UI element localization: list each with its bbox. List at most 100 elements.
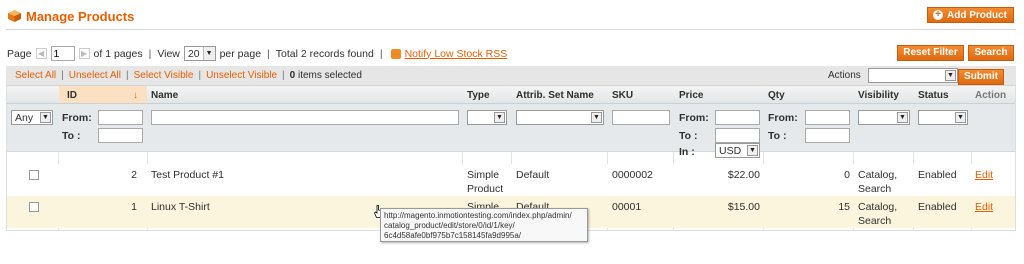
- items-selected-label: items selected: [298, 70, 362, 81]
- table-row[interactable]: 2 Test Product #1 Simple Product Default…: [7, 164, 1015, 196]
- chevron-down-icon: ▼: [945, 70, 956, 81]
- edit-link[interactable]: Edit: [975, 168, 993, 182]
- qty-from-label: From:: [768, 112, 798, 124]
- cell-id: 1: [131, 201, 137, 213]
- unselect-all-link[interactable]: Unselect All: [69, 70, 121, 81]
- qty-from-input[interactable]: [805, 110, 850, 125]
- chevron-down-icon: ▼: [494, 112, 505, 123]
- page-number-input[interactable]: [50, 46, 75, 61]
- col-header-status[interactable]: Status: [918, 90, 949, 101]
- chevron-down-icon: ▼: [591, 112, 602, 123]
- col-header-visibility[interactable]: Visibility: [858, 90, 899, 101]
- search-button[interactable]: Search: [968, 45, 1014, 61]
- actions-label: Actions: [828, 70, 861, 81]
- header-row: ID ↓ Name Type Attrib. Set Name SKU Pric…: [7, 86, 1015, 104]
- actions-select[interactable]: ▼: [868, 68, 958, 83]
- page-header: Manage Products + Add Product: [6, 6, 1016, 28]
- per-page-value: 20: [187, 47, 200, 60]
- col-header-sku[interactable]: SKU: [612, 90, 633, 101]
- cell-attrib-set: Default: [516, 169, 550, 181]
- separator: |: [61, 70, 64, 81]
- separator: |: [379, 47, 383, 60]
- total-records: Total 2 records found: [275, 47, 374, 60]
- id-from-input[interactable]: [98, 110, 143, 125]
- col-header-action: Action: [975, 90, 1007, 101]
- cell-status: Enabled: [918, 201, 957, 213]
- view-label: View: [157, 47, 180, 60]
- next-page-icon[interactable]: ▶: [78, 48, 90, 59]
- name-filter-input[interactable]: [151, 110, 459, 125]
- cell-name: Linux T-Shirt: [151, 201, 210, 213]
- link-tooltip: http://magento.inmotiontesting.com/index…: [380, 208, 588, 242]
- cell-visibility: Catalog,: [858, 169, 898, 181]
- cell-name: Test Product #1: [151, 169, 224, 181]
- col-header-attrib-set[interactable]: Attrib. Set Name: [516, 90, 594, 101]
- chevron-down-icon: ▼: [747, 145, 758, 156]
- type-filter-select[interactable]: ▼: [467, 110, 507, 125]
- prev-page-icon[interactable]: ◀: [35, 48, 47, 59]
- separator: |: [267, 47, 270, 60]
- cell-type: Simple: [467, 169, 500, 181]
- status-filter-select[interactable]: ▼: [918, 110, 968, 125]
- page-label: Page: [7, 47, 32, 60]
- of-pages-label: of 1 pages: [93, 47, 143, 60]
- visibility-filter-select[interactable]: ▼: [858, 110, 910, 125]
- select-visible-link[interactable]: Select Visible: [134, 70, 194, 81]
- edit-link[interactable]: Edit: [975, 200, 993, 214]
- cell-type-line2: Product: [467, 183, 504, 195]
- separator: |: [282, 70, 285, 81]
- cell-qty: 0: [844, 169, 850, 181]
- id-to-input[interactable]: [98, 128, 143, 143]
- separator: |: [148, 47, 152, 60]
- mass-links: Select All | Unselect All | Select Visible | U…: [15, 70, 362, 81]
- price-from-label: From:: [679, 112, 709, 124]
- chevron-down-icon: ▼: [202, 47, 215, 60]
- rss-link[interactable]: Notify Low Stock RSS: [405, 48, 508, 60]
- cell-visibility: Catalog,: [858, 201, 898, 213]
- tooltip-line: 6c4d58afe0bf975b7c158145fa9d995a/: [384, 231, 522, 240]
- select-all-link[interactable]: Select All: [15, 70, 56, 81]
- divider: [6, 29, 1016, 30]
- separator: |: [126, 70, 129, 81]
- massaction-bar: Select All | Unselect All | Select Visible | U…: [6, 66, 1016, 86]
- plus-icon: +: [933, 10, 943, 20]
- tooltip-line: http://magento.inmotiontesting.com/index…: [384, 211, 572, 220]
- cell-visibility-line2: Search: [858, 183, 892, 195]
- price-to-label: To :: [679, 130, 698, 142]
- cell-sku: 0000002: [612, 169, 653, 181]
- massaction-filter-select[interactable]: Any ▼: [11, 110, 53, 125]
- separator: |: [198, 70, 202, 81]
- per-page-select[interactable]: 20 ▼: [183, 46, 216, 61]
- page-title: Manage Products: [26, 9, 135, 24]
- price-from-input[interactable]: [715, 110, 760, 125]
- row-checkbox[interactable]: [29, 202, 39, 212]
- col-header-type[interactable]: Type: [467, 90, 490, 101]
- chevron-down-icon: ▼: [897, 112, 908, 123]
- row-checkbox[interactable]: [29, 170, 39, 180]
- col-header-qty[interactable]: Qty: [768, 90, 785, 101]
- col-header-id[interactable]: ID: [67, 90, 77, 101]
- per-page-label: per page: [219, 47, 262, 60]
- cell-qty: 15: [838, 201, 850, 213]
- rss-icon: [390, 48, 401, 59]
- currency-select[interactable]: USD ▼: [715, 143, 760, 158]
- attrib-set-filter-select[interactable]: ▼: [516, 110, 604, 125]
- qty-to-input[interactable]: [805, 128, 850, 143]
- submit-button[interactable]: Submit: [958, 69, 1004, 85]
- col-header-name[interactable]: Name: [151, 90, 178, 101]
- cell-id: 2: [131, 169, 137, 181]
- cell-visibility-line2: Search: [858, 215, 892, 227]
- sku-filter-input[interactable]: [612, 110, 670, 125]
- add-product-button[interactable]: + Add Product: [927, 7, 1014, 23]
- cell-status: Enabled: [918, 169, 957, 181]
- chevron-down-icon: ▼: [955, 112, 966, 123]
- price-to-input[interactable]: [715, 128, 760, 143]
- chevron-down-icon: ▼: [40, 112, 51, 123]
- cell-sku: 00001: [612, 201, 642, 213]
- box-icon: [8, 10, 21, 22]
- col-header-price[interactable]: Price: [679, 90, 703, 101]
- add-product-label: Add Product: [947, 9, 1007, 21]
- reset-filter-button[interactable]: Reset Filter: [897, 45, 964, 61]
- cell-price: $15.00: [727, 201, 760, 213]
- unselect-visible-link[interactable]: Unselect Visible: [206, 70, 277, 81]
